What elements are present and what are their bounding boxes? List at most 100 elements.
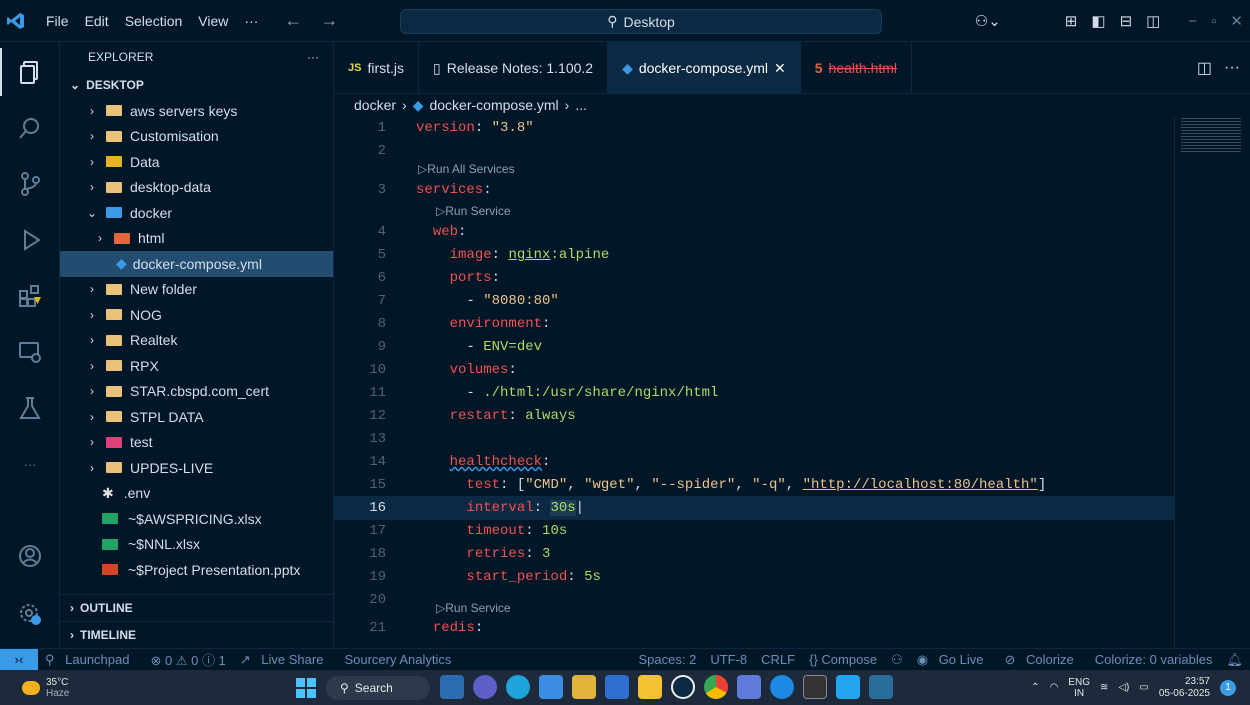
tree-file-awspricing[interactable]: ~$AWSPRICING.xlsx: [60, 506, 333, 532]
menu-more[interactable]: ···: [236, 0, 266, 42]
tree-folder-updes-live[interactable]: › UPDES-LIVE: [60, 455, 333, 481]
menu-file[interactable]: File: [38, 0, 77, 42]
folder-app-icon[interactable]: [638, 675, 662, 699]
code-editor[interactable]: 1 version: "3.8" 2 ▷Run All Services 3 ser…: [334, 116, 1174, 648]
task-view-icon[interactable]: [440, 675, 464, 699]
app-icon[interactable]: [737, 675, 761, 699]
chrome-icon[interactable]: [704, 675, 728, 699]
clock[interactable]: 23:57 05-06-2025: [1159, 676, 1210, 700]
colorize-variables-item[interactable]: Colorize: 0 variables: [1088, 652, 1220, 667]
copilot-icon[interactable]: ⚇⌄: [968, 12, 1008, 30]
editor-more-icon[interactable]: ···: [1224, 59, 1240, 77]
close-tab-icon[interactable]: ✕: [774, 60, 786, 77]
run-debug-icon[interactable]: [0, 216, 60, 264]
vscode-taskbar-icon[interactable]: [836, 675, 860, 699]
wifi-icon[interactable]: ≋: [1100, 682, 1108, 693]
go-live-item[interactable]: ◉ Go Live: [910, 652, 998, 668]
taskbar-search[interactable]: ⚲ Search: [326, 676, 430, 700]
spaces-item[interactable]: Spaces: 2: [632, 652, 704, 667]
notifications-bell-icon[interactable]: 🔔︎: [1219, 652, 1250, 668]
tree-folder-rpx[interactable]: › RPX: [60, 353, 333, 379]
menu-edit[interactable]: Edit: [77, 0, 117, 42]
copilot-status-icon[interactable]: ⚇: [884, 652, 910, 668]
battery-icon[interactable]: ▭: [1139, 682, 1148, 693]
testing-icon[interactable]: [0, 384, 60, 432]
language-mode-item[interactable]: {} Compose: [802, 652, 884, 667]
tab-docker-compose[interactable]: ◆ docker-compose.yml ✕: [608, 42, 801, 94]
minimize-icon[interactable]: −: [1181, 13, 1204, 30]
tree-folder-stpl-data[interactable]: › STPL DATA: [60, 404, 333, 430]
network-tray-icon[interactable]: ◠: [1050, 682, 1059, 693]
explorer-more-icon[interactable]: ···: [307, 50, 319, 64]
sourcery-item[interactable]: Sourcery Analytics: [337, 652, 458, 667]
menu-selection[interactable]: Selection: [117, 0, 191, 42]
forward-arrow-icon[interactable]: →: [320, 10, 338, 31]
problems-item[interactable]: ⊗ 0 ⚠ 0 ⓘ 1: [143, 650, 232, 669]
toggle-panel-icon[interactable]: ⊟: [1113, 12, 1140, 30]
timeline-section-header[interactable]: › TIMELINE: [60, 621, 333, 648]
extensions-icon[interactable]: [0, 272, 60, 320]
menu-view[interactable]: View: [190, 0, 236, 42]
tree-folder-desktop-data[interactable]: › desktop-data: [60, 175, 333, 201]
breadcrumb-symbol[interactable]: ...: [575, 97, 587, 113]
tab-first-js[interactable]: JS first.js: [334, 42, 420, 94]
run-all-services-codelens[interactable]: ▷Run All Services: [418, 162, 515, 176]
colorize-item[interactable]: ⊘ Colorize: [998, 652, 1088, 668]
accounts-icon[interactable]: [0, 532, 60, 580]
run-service-codelens[interactable]: ▷Run Service: [436, 601, 511, 615]
launchpad-item[interactable]: ⚲ Launchpad: [38, 652, 143, 668]
restore-icon[interactable]: ▫: [1204, 13, 1223, 30]
desktop-section-header[interactable]: ⌄ DESKTOP: [60, 72, 333, 98]
weather-widget[interactable]: 35°C Haze: [22, 677, 69, 699]
tree-folder-realtek[interactable]: › Realtek: [60, 328, 333, 354]
tree-file-nnl[interactable]: ~$NNL.xlsx: [60, 532, 333, 558]
live-share-item[interactable]: ↗ Live Share: [233, 652, 338, 668]
toggle-secondary-sidebar-icon[interactable]: ◫: [1139, 12, 1167, 30]
tree-folder-new-folder[interactable]: › New folder: [60, 277, 333, 303]
photos-icon[interactable]: [869, 675, 893, 699]
edge-browser-icon[interactable]: [506, 675, 530, 699]
tree-folder-customisation[interactable]: › Customisation: [60, 124, 333, 150]
search-icon[interactable]: [0, 104, 60, 152]
tree-folder-nog[interactable]: › NOG: [60, 302, 333, 328]
source-control-icon[interactable]: [0, 160, 60, 208]
tree-folder-docker[interactable]: ⌄ docker: [60, 200, 333, 226]
terminal-icon[interactable]: [803, 675, 827, 699]
encoding-item[interactable]: UTF-8: [703, 652, 754, 667]
command-center[interactable]: ⚲ Desktop: [400, 9, 882, 34]
obs-icon[interactable]: [671, 675, 695, 699]
split-editor-icon[interactable]: ◫: [1197, 58, 1212, 78]
teams-icon[interactable]: [473, 675, 497, 699]
remote-explorer-icon[interactable]: [0, 328, 60, 376]
tree-folder-aws-servers-keys[interactable]: › aws servers keys: [60, 98, 333, 124]
outline-section-header[interactable]: › OUTLINE: [60, 594, 333, 621]
remote-indicator-icon[interactable]: ›‹: [0, 648, 38, 671]
tab-release-notes[interactable]: ▯ Release Notes: 1.100.2: [419, 42, 609, 94]
breadcrumb-folder[interactable]: docker: [354, 97, 396, 113]
back-arrow-icon[interactable]: ←: [284, 10, 302, 31]
toggle-sidebar-icon[interactable]: ◧: [1084, 12, 1112, 30]
more-views-icon[interactable]: ···: [0, 440, 60, 488]
close-window-icon[interactable]: ✕: [1223, 12, 1250, 30]
customize-layout-icon[interactable]: ⊞: [1058, 12, 1085, 30]
tree-folder-test[interactable]: › test: [60, 430, 333, 456]
tray-overflow-icon[interactable]: ⌃: [1031, 682, 1039, 693]
tree-folder-html[interactable]: › html: [60, 226, 333, 252]
tree-folder-star-cert[interactable]: › STAR.cbspd.com_cert: [60, 379, 333, 405]
tree-file-env[interactable]: ✱ .env: [60, 481, 333, 507]
breadcrumb-file[interactable]: docker-compose.yml: [429, 97, 558, 113]
run-service-codelens[interactable]: ▷Run Service: [436, 204, 511, 218]
manage-gear-icon[interactable]: [0, 590, 60, 638]
app-blue-icon[interactable]: [770, 675, 794, 699]
input-language[interactable]: ENG IN: [1068, 677, 1090, 699]
volume-icon[interactable]: ◁): [1118, 682, 1129, 693]
tree-file-project-presentation[interactable]: ~$Project Presentation.pptx: [60, 557, 333, 583]
explorer-icon[interactable]: [0, 48, 60, 96]
notification-badge[interactable]: 1: [1220, 679, 1236, 696]
tree-file-docker-compose[interactable]: ◆ docker-compose.yml: [60, 251, 333, 277]
eol-item[interactable]: CRLF: [754, 652, 802, 667]
windows-start-icon[interactable]: [296, 678, 316, 698]
file-explorer-icon[interactable]: [572, 675, 596, 699]
store-icon[interactable]: [539, 675, 563, 699]
minimap[interactable]: [1174, 116, 1250, 648]
